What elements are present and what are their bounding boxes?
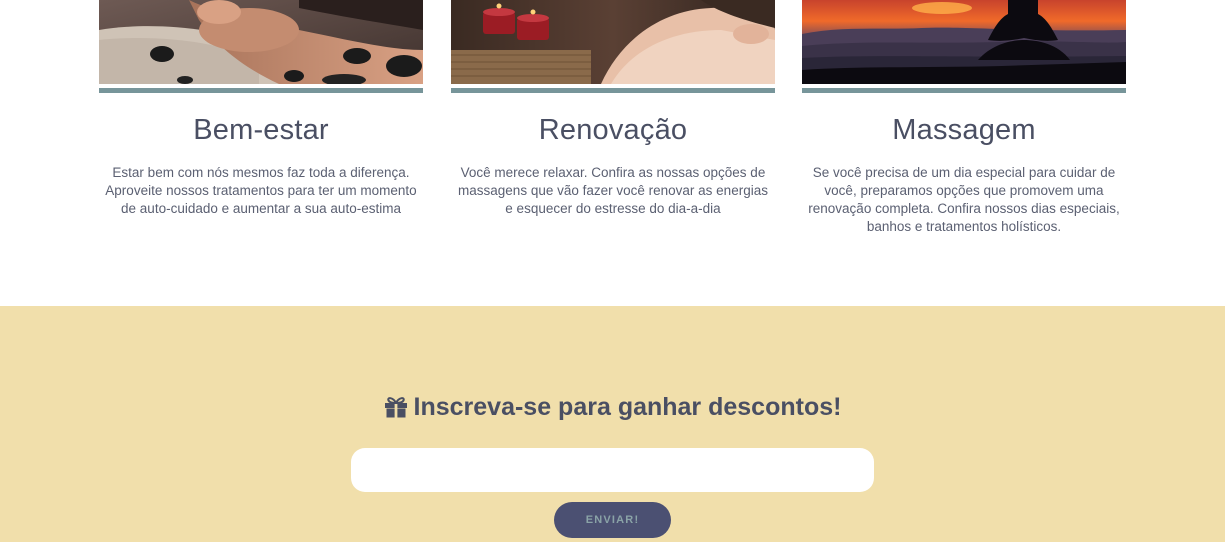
card-accent-bar bbox=[451, 88, 775, 93]
newsletter-title: Inscreva-se para ganhar descontos! bbox=[0, 392, 1225, 425]
card-description: Estar bem com nós mesmos faz toda a dife… bbox=[105, 165, 417, 216]
feature-card-bem-estar: Bem-estar Estar bem com nós mesmos faz t… bbox=[99, 0, 423, 218]
sunset-meditation-image bbox=[802, 0, 1126, 84]
candles-relax-image bbox=[451, 0, 775, 84]
features-section: Bem-estar Estar bem com nós mesmos faz t… bbox=[0, 0, 1225, 306]
newsletter-title-text: Inscreva-se para ganhar descontos! bbox=[413, 393, 842, 421]
card-accent-bar bbox=[802, 88, 1126, 93]
feature-card-massagem: Massagem Se você precisa de um dia espec… bbox=[802, 0, 1126, 236]
card-description: Se você precisa de um dia especial para … bbox=[808, 165, 1120, 234]
feature-card-renovacao: Renovação Você merece relaxar. Confira a… bbox=[451, 0, 775, 218]
card-title: Massagem bbox=[892, 114, 1036, 146]
gift-icon bbox=[384, 395, 408, 425]
card-title: Bem-estar bbox=[193, 114, 329, 146]
newsletter-section: Inscreva-se para ganhar descontos! ENVIA… bbox=[0, 306, 1225, 542]
massage-stones-image bbox=[99, 0, 423, 84]
send-button[interactable]: ENVIAR! bbox=[554, 502, 671, 538]
email-input[interactable] bbox=[351, 448, 874, 492]
card-title: Renovação bbox=[538, 114, 688, 146]
card-accent-bar bbox=[99, 88, 423, 93]
card-description: Você merece relaxar. Confira as nossas o… bbox=[458, 165, 768, 216]
